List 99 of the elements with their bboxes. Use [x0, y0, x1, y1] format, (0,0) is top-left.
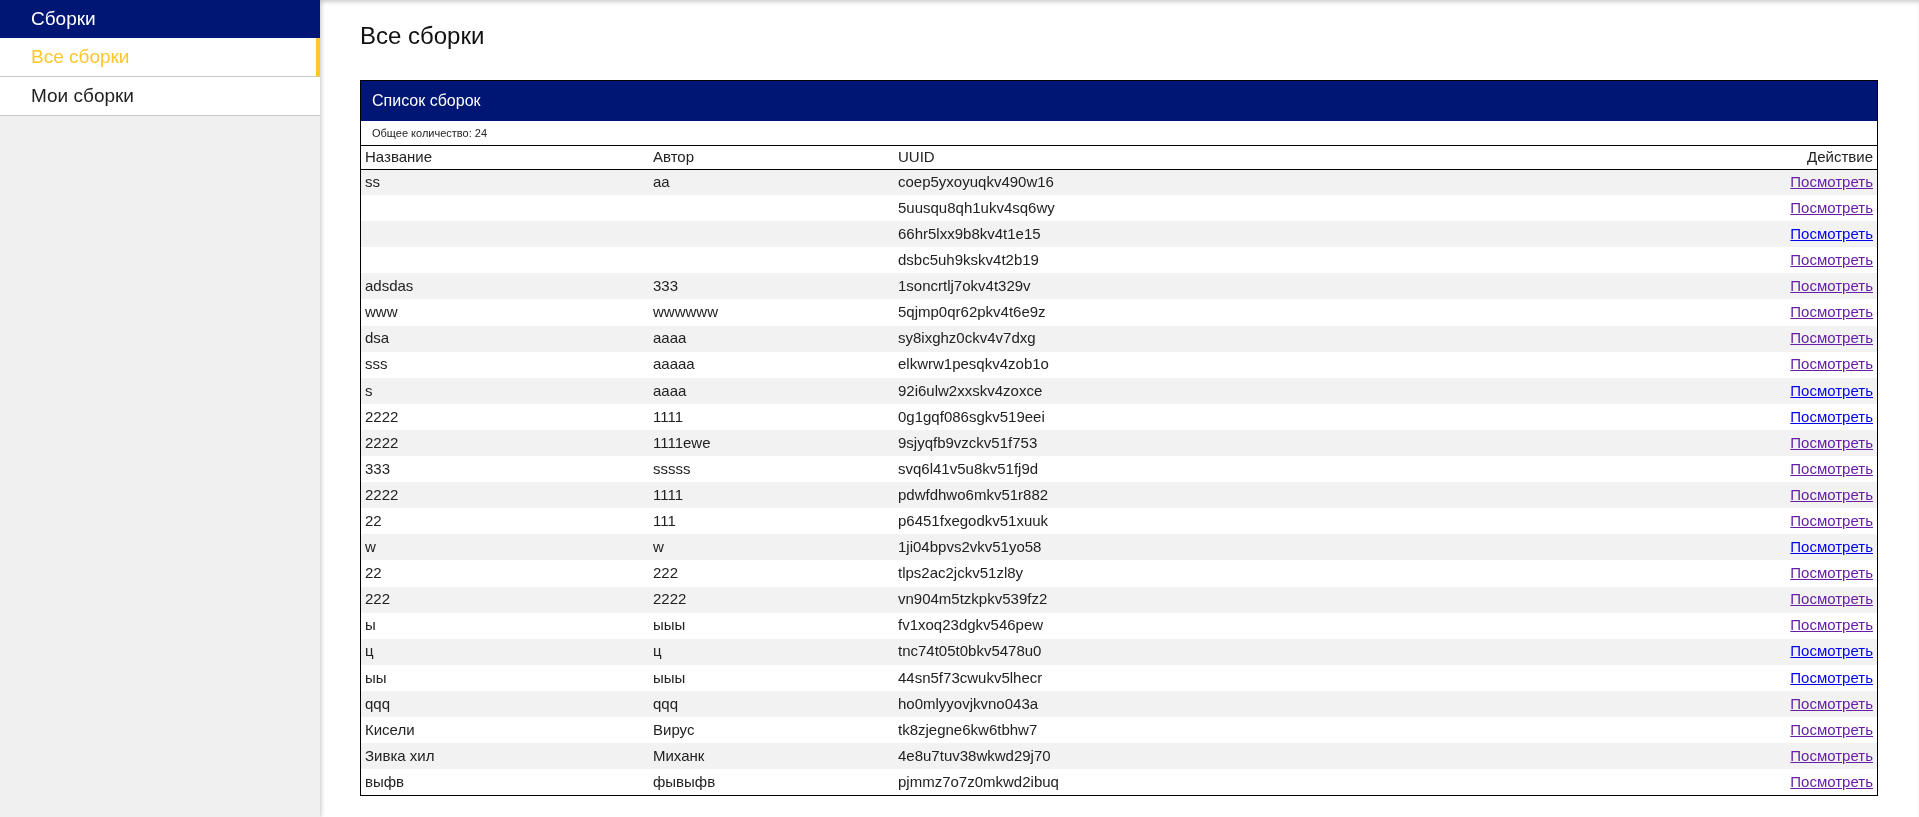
table-cell: pdwfdhwo6mkv51r882: [898, 485, 1049, 503]
view-link[interactable]: Посмотреть: [1790, 616, 1873, 634]
table-cell: elkwrw1pesqkv4zob1o: [898, 355, 1049, 373]
view-link[interactable]: Посмотреть: [1790, 642, 1873, 660]
view-link[interactable]: Посмотреть: [1790, 303, 1873, 321]
table-cell: 2222: [365, 407, 399, 425]
table-cell: 4e8u7tuv38wkwd29j70: [898, 746, 1051, 764]
table-cell: 66hr5lxx9b8kv4t1e15: [898, 225, 1041, 242]
table-cell: dsbc5uh9kskv4t2b19: [898, 251, 1039, 269]
view-link[interactable]: Посмотреть: [1790, 198, 1873, 216]
table-cell: 222: [653, 564, 679, 582]
table-cell: aaaa: [653, 329, 687, 347]
view-link[interactable]: Посмотреть: [1790, 512, 1873, 529]
table-cell: aaaa: [653, 381, 687, 399]
table-cell: 5uusqu8qh1ukv4sq6wy: [898, 198, 1055, 216]
table-cell: adsdas: [365, 277, 414, 295]
table-cell: tnc74t05t0bkv5478u0: [898, 642, 1042, 660]
table-cell: 1111: [653, 407, 684, 425]
table-cell: 2222: [365, 433, 399, 451]
table-cell: ц: [365, 642, 374, 660]
view-link[interactable]: Посмотреть: [1790, 329, 1873, 347]
table-cell: Миханк: [653, 746, 705, 764]
view-link[interactable]: Посмотреть: [1790, 668, 1873, 686]
table-cell: 111: [653, 512, 676, 529]
table-cell: 333: [653, 277, 679, 295]
table-cell: sss: [365, 355, 388, 373]
table-cell: tlps2ac2jckv51zl8y: [898, 564, 1024, 582]
table-cell: ыыы: [653, 616, 686, 634]
table-cell: ыы: [365, 668, 387, 686]
column-header: Название: [361, 145, 649, 169]
table-cell: 1soncrtlj7okv4t329v: [898, 277, 1031, 295]
table-cell: ыыы: [653, 668, 686, 686]
view-link[interactable]: Посмотреть: [1790, 564, 1873, 582]
table-cell: dsa: [365, 329, 390, 347]
view-link[interactable]: Посмотреть: [1790, 485, 1873, 503]
table-cell: www: [365, 303, 398, 321]
table-cell: qqq: [653, 694, 679, 712]
view-link[interactable]: Посмотреть: [1790, 433, 1873, 451]
table-cell: aaaaa: [653, 355, 695, 373]
column-header: UUID: [894, 145, 1534, 169]
total-count: Общее количество: 24: [371, 125, 489, 141]
view-link[interactable]: Посмотреть: [1790, 277, 1873, 295]
table-cell: ss: [365, 173, 380, 191]
table-cell: vn904m5tzkpkv539fz2: [898, 590, 1048, 608]
table-cell: pjmmz7o7z0mkwd2ibuq: [898, 772, 1059, 790]
table-cell: ho0mlyyovjkvno043a: [898, 694, 1039, 712]
table-cell: s: [365, 381, 373, 399]
table-cell: p6451fxegodkv51xuuk: [898, 512, 1049, 529]
table-cell: tk8zjegne6kw6tbhw7: [898, 720, 1038, 738]
view-link[interactable]: Посмотреть: [1790, 538, 1873, 556]
table-cell: 2222: [653, 590, 687, 608]
table-cell: 9sjyqfb9vzckv51f753: [898, 433, 1038, 451]
view-link[interactable]: Посмотреть: [1790, 173, 1873, 191]
table-cell: 2222: [365, 485, 399, 503]
view-link[interactable]: Посмотреть: [1790, 459, 1873, 477]
table-cell: w: [365, 538, 376, 556]
table-cell: выфв: [365, 772, 405, 790]
view-link[interactable]: Посмотреть: [1790, 590, 1873, 608]
panel-header: Список сборок: [361, 81, 1877, 121]
view-link[interactable]: Посмотреть: [1790, 746, 1873, 764]
table-cell: 1111: [653, 485, 684, 503]
table-cell: coep5yxoyuqkv490w16: [898, 173, 1054, 191]
table-cell: Вирус: [653, 720, 695, 738]
table-cell: 22: [365, 564, 382, 582]
table-cell: ц: [653, 642, 662, 660]
table-cell: 1ji04bpvs2vkv51yo58: [898, 538, 1042, 556]
column-header: Действие: [1533, 145, 1877, 169]
view-link[interactable]: Посмотреть: [1790, 381, 1873, 399]
table-cell: wwwwww: [653, 303, 718, 321]
view-link[interactable]: Посмотреть: [1790, 355, 1873, 373]
table-cell: Кисели: [365, 720, 415, 738]
sidebar-item[interactable]: Мои сборки: [0, 77, 320, 116]
table-cell: qqq: [365, 694, 391, 712]
table-cell: sssss: [653, 459, 691, 477]
table-cell: svq6l41v5u8kv51fj9d: [898, 459, 1039, 477]
column-header: Автор: [649, 145, 894, 169]
table-cell: фывыфв: [653, 772, 716, 790]
table-cell: 5qjmp0qr62pkv4t6e9z: [898, 303, 1046, 321]
view-link[interactable]: Посмотреть: [1790, 251, 1873, 269]
view-link[interactable]: Посмотреть: [1790, 720, 1873, 738]
table-cell: 222: [365, 590, 391, 608]
table-cell: 333: [365, 459, 391, 477]
table-cell: w: [653, 538, 664, 556]
table-cell: sy8ixghz0ckv4v7dxg: [898, 329, 1036, 347]
table-cell: 1111ewe: [653, 433, 711, 451]
table-cell: 92i6ulw2xxskv4zoxce: [898, 381, 1043, 399]
view-link[interactable]: Посмотреть: [1790, 407, 1873, 425]
table-cell: 0g1gqf086sgkv519eei: [898, 407, 1045, 425]
table-cell: 44sn5f73cwukv5lhecr: [898, 668, 1043, 686]
sidebar-title: Сборки: [0, 0, 320, 38]
view-link[interactable]: Посмотреть: [1790, 225, 1873, 242]
table-cell: aa: [653, 173, 670, 191]
table-cell: ы: [365, 616, 376, 634]
page-title: Все сборки: [360, 21, 486, 51]
table-cell: fv1xoq23dgkv546pew: [898, 616, 1044, 634]
view-link[interactable]: Посмотреть: [1790, 772, 1873, 790]
view-link[interactable]: Посмотреть: [1790, 694, 1873, 712]
table-cell: 22: [365, 512, 382, 529]
table-cell: Зивка хил: [365, 746, 435, 764]
